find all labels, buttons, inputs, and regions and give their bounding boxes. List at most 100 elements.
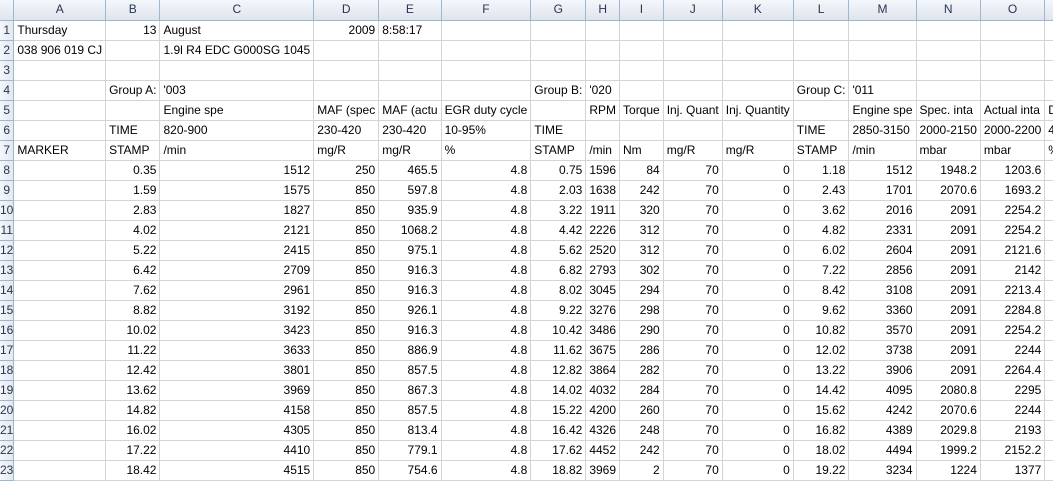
cell-d22[interactable]: 850: [313, 440, 380, 461]
cell-f9[interactable]: 4.8: [441, 180, 532, 201]
cell-d6[interactable]: 230-420: [313, 120, 380, 141]
cell-l16[interactable]: 10.82: [793, 320, 850, 341]
cell-d2[interactable]: [313, 40, 380, 61]
cell-n17[interactable]: 2091: [916, 340, 981, 361]
cell-e16[interactable]: 916.3: [378, 320, 442, 341]
cell-d14[interactable]: 850: [313, 280, 380, 301]
cell-i4[interactable]: [619, 80, 664, 101]
cell-l15[interactable]: 9.62: [793, 300, 850, 321]
cell-b19[interactable]: 13.62: [105, 380, 161, 401]
cell-b23[interactable]: 18.42: [105, 460, 161, 481]
cell-d9[interactable]: 850: [313, 180, 380, 201]
cell-d16[interactable]: 850: [313, 320, 380, 341]
cell-g20[interactable]: 15.22: [530, 400, 587, 421]
cell-d18[interactable]: 850: [313, 360, 380, 381]
cell-i16[interactable]: 290: [619, 320, 664, 341]
cell-e5[interactable]: MAF (actu: [378, 100, 442, 121]
cell-h21[interactable]: 4326: [585, 420, 621, 441]
cell-b8[interactable]: 0.35: [105, 160, 161, 181]
cell-m7[interactable]: /min: [848, 140, 917, 161]
cell-b16[interactable]: 10.02: [105, 320, 161, 341]
cell-m13[interactable]: 2856: [848, 260, 917, 281]
cell-n23[interactable]: 1224: [916, 460, 981, 481]
cell-h13[interactable]: 2793: [585, 260, 621, 281]
cell-m14[interactable]: 3108: [848, 280, 917, 301]
cell-g21[interactable]: 16.42: [530, 420, 587, 441]
cell-g3[interactable]: [530, 60, 587, 81]
cell-i20[interactable]: 260: [619, 400, 664, 421]
cell-e21[interactable]: 813.4: [378, 420, 442, 441]
cell-p2[interactable]: [1044, 40, 1053, 61]
cell-f1[interactable]: [441, 20, 532, 41]
column-header-p[interactable]: P: [1044, 0, 1053, 21]
cell-g6[interactable]: TIME: [530, 120, 587, 141]
cell-l4[interactable]: Group C:: [793, 80, 850, 101]
cell-p17[interactable]: 94.4: [1044, 340, 1053, 361]
cell-o1[interactable]: [980, 20, 1046, 41]
cell-c23[interactable]: 4515: [159, 460, 315, 481]
cell-n21[interactable]: 2029.8: [916, 420, 981, 441]
cell-g9[interactable]: 2.03: [530, 180, 587, 201]
cell-k23[interactable]: 0: [722, 460, 794, 481]
cell-b11[interactable]: 4.02: [105, 220, 161, 241]
cell-m1[interactable]: [848, 20, 917, 41]
cell-l23[interactable]: 19.22: [793, 460, 850, 481]
row-header-18[interactable]: 18: [0, 360, 15, 381]
column-header-h[interactable]: H: [585, 0, 621, 21]
cell-a1[interactable]: Thursday: [13, 20, 107, 41]
cell-k17[interactable]: 0: [722, 340, 794, 361]
cell-j21[interactable]: 70: [663, 420, 723, 441]
cell-f19[interactable]: 4.8: [441, 380, 532, 401]
cell-b1[interactable]: 13: [105, 20, 161, 41]
cell-m6[interactable]: 2850-3150: [848, 120, 917, 141]
cell-f17[interactable]: 4.8: [441, 340, 532, 361]
cell-c11[interactable]: 2121: [159, 220, 315, 241]
cell-n13[interactable]: 2091: [916, 260, 981, 281]
cell-n9[interactable]: 2070.6: [916, 180, 981, 201]
cell-g8[interactable]: 0.75: [530, 160, 587, 181]
cell-f13[interactable]: 4.8: [441, 260, 532, 281]
cell-o6[interactable]: 2000-2200: [980, 120, 1046, 141]
cell-e15[interactable]: 926.1: [378, 300, 442, 321]
cell-n1[interactable]: [916, 20, 981, 41]
cell-d19[interactable]: 850: [313, 380, 380, 401]
cell-m3[interactable]: [848, 60, 917, 81]
cell-j15[interactable]: 70: [663, 300, 723, 321]
cell-k18[interactable]: 0: [722, 360, 794, 381]
cell-e6[interactable]: 230-420: [378, 120, 442, 141]
cell-f3[interactable]: [441, 60, 532, 81]
cell-g13[interactable]: 6.82: [530, 260, 587, 281]
cell-p12[interactable]: 76.5: [1044, 240, 1053, 261]
cell-a10[interactable]: [13, 200, 107, 221]
cell-i11[interactable]: 312: [619, 220, 664, 241]
cell-d1[interactable]: 2009: [313, 20, 380, 41]
cell-k16[interactable]: 0: [722, 320, 794, 341]
cell-i14[interactable]: 294: [619, 280, 664, 301]
cell-j20[interactable]: 70: [663, 400, 723, 421]
cell-a16[interactable]: [13, 320, 107, 341]
cell-o14[interactable]: 2213.4: [980, 280, 1046, 301]
cell-h16[interactable]: 3486: [585, 320, 621, 341]
cell-a14[interactable]: [13, 280, 107, 301]
cell-f10[interactable]: 4.8: [441, 200, 532, 221]
cell-h11[interactable]: 2226: [585, 220, 621, 241]
cell-i7[interactable]: Nm: [619, 140, 664, 161]
cell-a20[interactable]: [13, 400, 107, 421]
cell-c12[interactable]: 2415: [159, 240, 315, 261]
cell-j4[interactable]: [663, 80, 723, 101]
cell-a2[interactable]: 038 906 019 CJ: [13, 40, 107, 61]
column-header-g[interactable]: G: [530, 0, 587, 21]
cell-d3[interactable]: [313, 60, 380, 81]
cell-m2[interactable]: [848, 40, 917, 61]
cell-o9[interactable]: 1693.2: [980, 180, 1046, 201]
cell-f21[interactable]: 4.8: [441, 420, 532, 441]
cell-o18[interactable]: 2264.4: [980, 360, 1046, 381]
cell-j7[interactable]: mg/R: [663, 140, 723, 161]
cell-p22[interactable]: 94.4: [1044, 440, 1053, 461]
cell-e19[interactable]: 867.3: [378, 380, 442, 401]
column-header-c[interactable]: C: [159, 0, 315, 21]
cell-d10[interactable]: 850: [313, 200, 380, 221]
cell-l3[interactable]: [793, 60, 850, 81]
cell-f23[interactable]: 4.8: [441, 460, 532, 481]
cell-p19[interactable]: 94.4: [1044, 380, 1053, 401]
